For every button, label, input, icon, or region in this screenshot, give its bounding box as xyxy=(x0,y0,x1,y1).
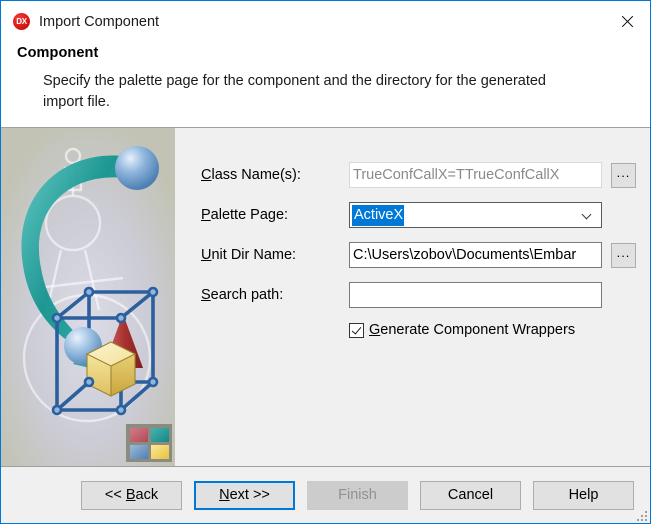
unit-dir-name-input[interactable]: C:\Users\zobov\Documents\Embar xyxy=(349,242,602,268)
palette-page-select[interactable]: ActiveX xyxy=(349,202,602,228)
class-names-field-group: TrueConfCallX=TTrueConfCallX ... xyxy=(349,162,636,188)
resize-grip[interactable] xyxy=(635,509,647,521)
search-path-field-group xyxy=(349,282,636,308)
next-button[interactable]: Next >> xyxy=(194,480,295,510)
page-title: Component xyxy=(17,45,99,61)
generate-wrappers-row[interactable]: Generate Component Wrappers xyxy=(349,322,636,338)
unit-dir-name-field-group: C:\Users\zobov\Documents\Embar ... xyxy=(349,242,636,268)
window-title: Import Component xyxy=(39,13,160,30)
unit-dir-name-browse-button[interactable]: ... xyxy=(611,242,636,268)
search-path-row: Search path: xyxy=(201,282,636,308)
palette-page-value: ActiveX xyxy=(352,204,405,226)
palette-page-label: Palette Page: xyxy=(201,207,289,223)
class-names-input[interactable]: TrueConfCallX=TTrueConfCallX xyxy=(349,162,602,188)
help-button[interactable]: Help xyxy=(533,480,634,510)
class-names-browse-button[interactable]: ... xyxy=(611,162,636,188)
dialog-body: Class Name(s): TrueConfCallX=TTrueConfCa… xyxy=(1,128,650,467)
class-names-label: Class Name(s): xyxy=(201,167,301,183)
palette-page-field-group: ActiveX xyxy=(349,202,636,228)
close-icon xyxy=(620,14,635,29)
title-bar: DX Import Component xyxy=(1,1,650,42)
generate-wrappers-checkbox[interactable] xyxy=(349,322,364,338)
component-wizard-illustration xyxy=(1,128,175,466)
generate-wrappers-label: Generate Component Wrappers xyxy=(369,322,576,338)
unit-dir-name-row: Unit Dir Name: C:\Users\zobov\Documents\… xyxy=(201,242,636,268)
search-path-input[interactable] xyxy=(349,282,602,308)
component-form: Class Name(s): TrueConfCallX=TTrueConfCa… xyxy=(201,162,636,338)
palette-page-row: Palette Page: ActiveX xyxy=(201,202,636,228)
cancel-button[interactable]: Cancel xyxy=(420,480,521,510)
unit-dir-name-label: Unit Dir Name: xyxy=(201,247,297,263)
close-button[interactable] xyxy=(604,1,650,41)
page-description: Specify the palette page for the compone… xyxy=(43,73,546,110)
search-path-label: Search path: xyxy=(201,287,284,303)
dx-logo-icon: DX xyxy=(13,13,30,30)
chevron-down-icon xyxy=(583,211,592,216)
wizard-header: Component Specify the palette page for t… xyxy=(1,42,650,128)
import-component-dialog: DX Import Component Component Specify th… xyxy=(0,0,651,524)
finish-button: Finish xyxy=(307,480,408,510)
class-names-row: Class Name(s): TrueConfCallX=TTrueConfCa… xyxy=(201,162,636,188)
back-button[interactable]: << Back xyxy=(81,480,182,510)
dialog-footer: << Back Next >> Finish Cancel Help xyxy=(1,467,650,523)
